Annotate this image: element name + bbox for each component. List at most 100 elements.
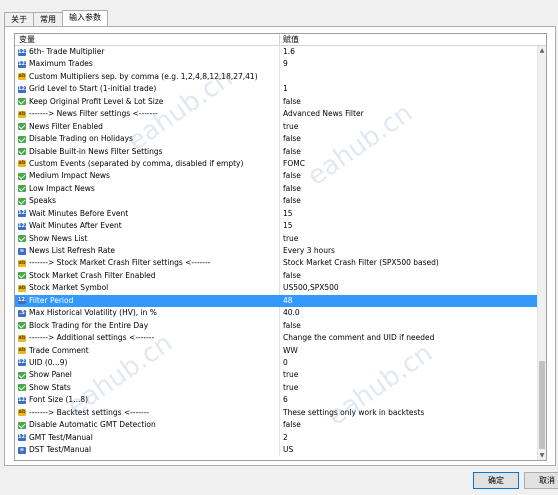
table-row[interactable]: ab Stock Market Symbol US500,SPX500: [15, 282, 538, 295]
vertical-scrollbar[interactable]: ▲ ▼: [537, 46, 546, 460]
parameter-value[interactable]: 15: [283, 220, 293, 232]
parameter-value[interactable]: Stock Market Crash Filter (SPX500 based): [283, 257, 439, 269]
parameter-value[interactable]: false: [283, 96, 301, 108]
table-row[interactable]: 123Maximum Trades 9: [15, 58, 538, 71]
table-row[interactable]: 1236th- Trade Multiplier 1.6: [15, 46, 538, 59]
column-divider[interactable]: [279, 34, 280, 45]
parameter-value[interactable]: false: [283, 195, 301, 207]
inputs-panel: 变量 赋值 1236th- Trade Multiplier1.6123Maxi…: [4, 26, 556, 466]
cancel-button[interactable]: 取消: [524, 472, 558, 489]
cell-divider: [279, 120, 280, 134]
table-row[interactable]: ab -------> News Filter settings <-------…: [15, 108, 538, 121]
table-row[interactable]: ab Custom Events (separated by comma, dis…: [15, 157, 538, 171]
parameter-name: -------> Stock Market Crash Filter setti…: [29, 258, 211, 268]
table-row[interactable]: 123Grid Level to Start (1-initial trade)…: [15, 83, 538, 96]
parameter-name: News Filter Enabled: [29, 121, 103, 131]
table-row[interactable]: Low Impact News false: [15, 182, 538, 196]
table-row[interactable]: ab Trade Comment WW: [15, 344, 538, 357]
table-row[interactable]: Disable Automatic GMT Detection false: [15, 419, 538, 432]
cell-divider: [279, 369, 280, 382]
parameter-value[interactable]: FOMC: [283, 158, 305, 170]
column-header-value[interactable]: 赋值: [283, 34, 299, 45]
table-row[interactable]: 123UID (0...9) 0: [15, 356, 538, 370]
parameter-value[interactable]: false: [283, 133, 301, 145]
str-type-icon: ab: [18, 284, 26, 292]
bool-type-icon: [18, 185, 26, 193]
parameter-value[interactable]: 1.6: [283, 46, 295, 58]
tab-inputs[interactable]: 输入参数: [62, 10, 108, 26]
parameter-value[interactable]: false: [283, 170, 301, 182]
table-row[interactable]: 123Wait Minutes Before Event 15: [15, 207, 538, 221]
scroll-down-icon[interactable]: ▼: [538, 451, 546, 460]
parameter-value[interactable]: Every 3 hours: [283, 245, 335, 257]
cell-divider: [279, 269, 280, 283]
int-type-icon: 123: [18, 60, 26, 68]
table-row[interactable]: Disable Built-in News Filter Settings fal…: [15, 145, 538, 158]
parameter-value[interactable]: 2: [283, 432, 288, 444]
table-row[interactable]: ≡ News List Refresh Rate Every 3 hours: [15, 245, 538, 258]
parameter-value[interactable]: true: [283, 121, 298, 133]
bool-type-icon: [18, 235, 26, 243]
table-row[interactable]: Show News List true: [15, 232, 538, 245]
parameter-value[interactable]: WW: [283, 345, 298, 357]
table-row[interactable]: 123GMT Test/Manual 2: [15, 431, 538, 444]
parameter-name: Wait Minutes After Event: [29, 221, 122, 231]
parameter-name: Font Size (1...8): [29, 395, 89, 405]
parameter-value[interactable]: true: [283, 369, 298, 381]
parameter-value[interactable]: Change the comment and UID if needed: [283, 332, 434, 344]
parameter-name: Keep Original Profit Level & Lot Size: [29, 96, 164, 106]
tab-common[interactable]: 常用: [33, 12, 63, 26]
table-row[interactable]: 123Font Size (1...8) 6: [15, 394, 538, 407]
scroll-up-icon[interactable]: ▲: [538, 46, 546, 55]
table-row[interactable]: Medium Impact News false: [15, 170, 538, 183]
table-row[interactable]: .5 Max Historical Volatility (HV), in % 40…: [15, 307, 538, 320]
parameter-value[interactable]: 40.0: [283, 307, 300, 319]
table-row[interactable]: 123Wait Minutes After Event 15: [15, 220, 538, 233]
cell-divider: [279, 182, 280, 196]
parameter-value[interactable]: false: [283, 419, 301, 431]
table-row[interactable]: ab -------> Stock Market Crash Filter set…: [15, 257, 538, 270]
parameter-name: -------> Additional settings <-------: [29, 333, 155, 343]
table-row[interactable]: ≡ DST Test/Manual US: [15, 444, 538, 457]
cell-divider: [279, 108, 280, 121]
parameter-name: Show Stats: [29, 382, 71, 392]
column-header-variable[interactable]: 变量: [19, 34, 35, 45]
parameter-value[interactable]: 9: [283, 58, 288, 70]
tab-about[interactable]: 关于: [4, 12, 34, 26]
parameter-value[interactable]: Advanced News Filter: [283, 108, 364, 120]
parameter-value[interactable]: false: [283, 270, 301, 282]
parameter-value[interactable]: false: [283, 320, 301, 332]
table-row[interactable]: News Filter Enabled true: [15, 120, 538, 134]
parameter-value[interactable]: 15: [283, 208, 293, 220]
table-row[interactable]: Speaks false: [15, 195, 538, 208]
ok-button[interactable]: 确定: [473, 472, 519, 489]
table-row[interactable]: Show Stats true: [15, 381, 538, 395]
table-row[interactable]: 123Filter Period 48: [15, 294, 538, 308]
bool-type-icon: [18, 371, 26, 379]
table-row[interactable]: Block Trading for the Entire Day false: [15, 319, 538, 333]
scroll-thumb[interactable]: [539, 361, 545, 449]
parameter-value[interactable]: true: [283, 382, 298, 394]
parameter-value[interactable]: US500,SPX500: [283, 282, 339, 294]
parameter-value[interactable]: 6: [283, 394, 288, 406]
table-row[interactable]: Keep Original Profit Level & Lot Size fal…: [15, 95, 538, 109]
table-row[interactable]: ab -------> Backtest settings <------- The…: [15, 406, 538, 420]
bool-type-icon: [18, 98, 26, 106]
parameter-value[interactable]: true: [283, 233, 298, 245]
parameter-name: Maximum Trades: [29, 59, 93, 69]
tab-strip: 关于 常用 输入参数: [4, 10, 108, 26]
table-row[interactable]: ab Custom Multipliers sep. by comma (e.g.…: [15, 70, 538, 84]
parameter-value[interactable]: These settings only work in backtests: [283, 407, 424, 419]
parameter-value[interactable]: US: [283, 444, 293, 456]
parameter-value[interactable]: 0: [283, 357, 288, 369]
table-row[interactable]: Show Panel true: [15, 369, 538, 382]
parameter-value[interactable]: false: [283, 183, 301, 195]
parameter-value[interactable]: 1: [283, 83, 288, 95]
table-row[interactable]: Disable Trading on Holidays false: [15, 133, 538, 146]
parameter-value[interactable]: false: [283, 146, 301, 158]
table-row[interactable]: ab -------> Additional settings <------- C…: [15, 332, 538, 345]
bool-type-icon: [18, 272, 26, 280]
table-row[interactable]: Stock Market Crash Filter Enabled false: [15, 269, 538, 283]
parameter-value[interactable]: 48: [283, 295, 293, 307]
parameter-name: Max Historical Volatility (HV), in %: [29, 308, 157, 318]
